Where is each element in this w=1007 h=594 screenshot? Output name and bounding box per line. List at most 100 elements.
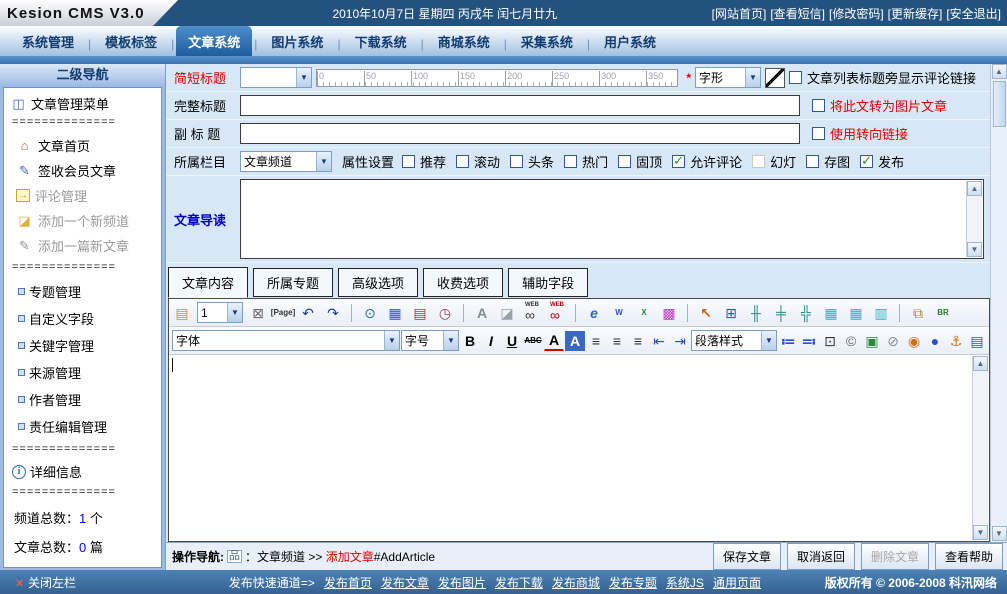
editor-scrollbar[interactable]: ▲ ▼: [972, 356, 988, 540]
bold-icon[interactable]: B: [460, 331, 480, 351]
web-link-icon[interactable]: WEB∞: [522, 303, 542, 323]
scroll-up-icon[interactable]: ▲: [992, 64, 1007, 79]
action-button-1[interactable]: 保存文章: [713, 543, 781, 570]
comment-icon[interactable]: ●: [925, 331, 945, 351]
footer-link-1[interactable]: 发布首页: [324, 574, 372, 591]
ordered-list-icon[interactable]: ≕: [799, 331, 819, 351]
copyright-icon[interactable]: ©: [841, 331, 861, 351]
redo-icon[interactable]: ↷: [323, 303, 343, 323]
insert-row-icon[interactable]: ╪: [771, 303, 791, 323]
content-tab-5[interactable]: 辅助字段: [508, 268, 588, 297]
scroll-down-icon[interactable]: ▼: [992, 526, 1007, 541]
scroll-down-icon[interactable]: ▼: [967, 242, 982, 257]
sidebar-item-1[interactable]: ⌂文章首页: [10, 133, 157, 158]
paste-icon[interactable]: ⧉: [908, 303, 928, 323]
paste-word-icon[interactable]: W: [609, 303, 629, 323]
attr-checkbox-滚动[interactable]: [456, 155, 469, 168]
short-title-select[interactable]: ▼: [240, 67, 312, 88]
scrollbar-thumb[interactable]: [993, 81, 1006, 127]
top-link-2[interactable]: [查看短信]: [770, 5, 825, 22]
attr-checkbox-发布[interactable]: [860, 155, 873, 168]
underline-icon[interactable]: U: [502, 331, 522, 351]
font-shape-select[interactable]: 字形▼: [695, 67, 761, 88]
insert-time-icon[interactable]: ◷: [435, 303, 455, 323]
close-left-panel-button[interactable]: ×关闭左栏: [0, 574, 165, 591]
attr-checkbox-存图[interactable]: [806, 155, 819, 168]
full-title-input[interactable]: [240, 95, 800, 116]
attr-checkbox-热门[interactable]: [564, 155, 577, 168]
br-tag-icon[interactable]: BR: [933, 303, 953, 323]
sidebar-item-2[interactable]: ✎签收会员文章: [10, 158, 157, 183]
html-source-icon[interactable]: e: [584, 303, 604, 323]
editor-content[interactable]: ▲ ▼: [169, 355, 989, 541]
page-number-select[interactable]: 1▼: [197, 302, 243, 323]
content-tab-4[interactable]: 收费选项: [423, 268, 503, 297]
font-size-select[interactable]: 字号▼: [401, 330, 459, 351]
new-page-icon[interactable]: ▤: [172, 303, 192, 323]
line-style-icon[interactable]: [765, 68, 785, 88]
scroll-down-icon[interactable]: ▼: [973, 525, 988, 540]
footer-link-7[interactable]: 系统JS: [666, 574, 704, 591]
attr-checkbox-头条[interactable]: [510, 155, 523, 168]
nav-tab-2[interactable]: 模板标签: [93, 26, 169, 56]
top-link-1[interactable]: [网站首页]: [712, 5, 767, 22]
font-color-icon[interactable]: A: [544, 331, 564, 351]
nav-tab-4[interactable]: 图片系统: [259, 26, 335, 56]
nav-tab-1[interactable]: 系统管理: [10, 26, 86, 56]
italic-icon[interactable]: I: [481, 331, 501, 351]
blockquote-icon[interactable]: ⊡: [820, 331, 840, 351]
font-family-select[interactable]: 字体▼: [172, 330, 400, 351]
web-unlink-icon[interactable]: WEB∞: [547, 303, 567, 323]
form-icon[interactable]: ▤: [967, 331, 987, 351]
sidebar-sub-item-1[interactable]: 专题管理: [10, 278, 157, 305]
sidebar-sub-item-4[interactable]: 来源管理: [10, 359, 157, 386]
table-props-icon[interactable]: ▥: [871, 303, 891, 323]
nav-tab-7[interactable]: 采集系统: [509, 26, 585, 56]
paragraph-style-select[interactable]: 段落样式▼: [691, 330, 777, 351]
attr-checkbox-幻灯[interactable]: [752, 155, 765, 168]
category-select[interactable]: 文章频道▼: [240, 151, 332, 172]
action-button-2[interactable]: 取消返回: [787, 543, 855, 570]
footer-link-2[interactable]: 发布文章: [381, 574, 429, 591]
sidebar-sub-item-2[interactable]: 自定义字段: [10, 305, 157, 332]
indent-icon[interactable]: ⇥: [670, 331, 690, 351]
align-right-icon[interactable]: ≡: [628, 331, 648, 351]
align-center-icon[interactable]: ≡: [607, 331, 627, 351]
image-icon[interactable]: ▣: [862, 331, 882, 351]
content-tab-1[interactable]: 文章内容: [168, 267, 248, 298]
flash-icon[interactable]: ⊘: [883, 331, 903, 351]
redirect-checkbox[interactable]: [812, 127, 825, 140]
footer-link-4[interactable]: 发布下载: [495, 574, 543, 591]
split-cell-icon[interactable]: ╬: [796, 303, 816, 323]
add-article-link[interactable]: 添加文章: [326, 550, 374, 564]
intro-scrollbar[interactable]: ▲ ▼: [966, 181, 982, 257]
nav-tab-5[interactable]: 下载系统: [343, 26, 419, 56]
page-break-icon[interactable]: [Page]: [273, 303, 293, 323]
align-left-icon[interactable]: ≡: [586, 331, 606, 351]
sidebar-sub-item-5[interactable]: 作者管理: [10, 386, 157, 413]
insert-template-icon[interactable]: ▩: [659, 303, 679, 323]
scroll-up-icon[interactable]: ▲: [973, 356, 988, 371]
comment-link-checkbox[interactable]: [789, 71, 802, 84]
content-tab-3[interactable]: 高级选项: [338, 268, 418, 297]
sidebar-sub-item-6[interactable]: 责任编辑管理: [10, 413, 157, 440]
font-dialog-icon[interactable]: A: [472, 303, 492, 323]
top-link-4[interactable]: [更新缓存]: [888, 5, 943, 22]
table-fill-icon[interactable]: ▦: [846, 303, 866, 323]
nav-tab-6[interactable]: 商城系统: [426, 26, 502, 56]
outdent-icon[interactable]: ⇤: [649, 331, 669, 351]
footer-link-5[interactable]: 发布商城: [552, 574, 600, 591]
footer-link-8[interactable]: 通用页面: [713, 574, 761, 591]
insert-column-icon[interactable]: ╫: [746, 303, 766, 323]
anchor-icon[interactable]: ⚓: [946, 331, 966, 351]
nav-tab-3[interactable]: 文章系统: [176, 26, 252, 56]
footer-link-6[interactable]: 发布专题: [609, 574, 657, 591]
content-tab-2[interactable]: 所属专题: [253, 268, 333, 297]
highlight-color-icon[interactable]: A: [565, 331, 585, 351]
table-header-icon[interactable]: ▦: [821, 303, 841, 323]
media-icon[interactable]: ◉: [904, 331, 924, 351]
subtitle-input[interactable]: [240, 123, 800, 144]
delete-page-icon[interactable]: ⊠: [248, 303, 268, 323]
to-image-checkbox[interactable]: [812, 99, 825, 112]
sidebar-sub-item-3[interactable]: 关键字管理: [10, 332, 157, 359]
